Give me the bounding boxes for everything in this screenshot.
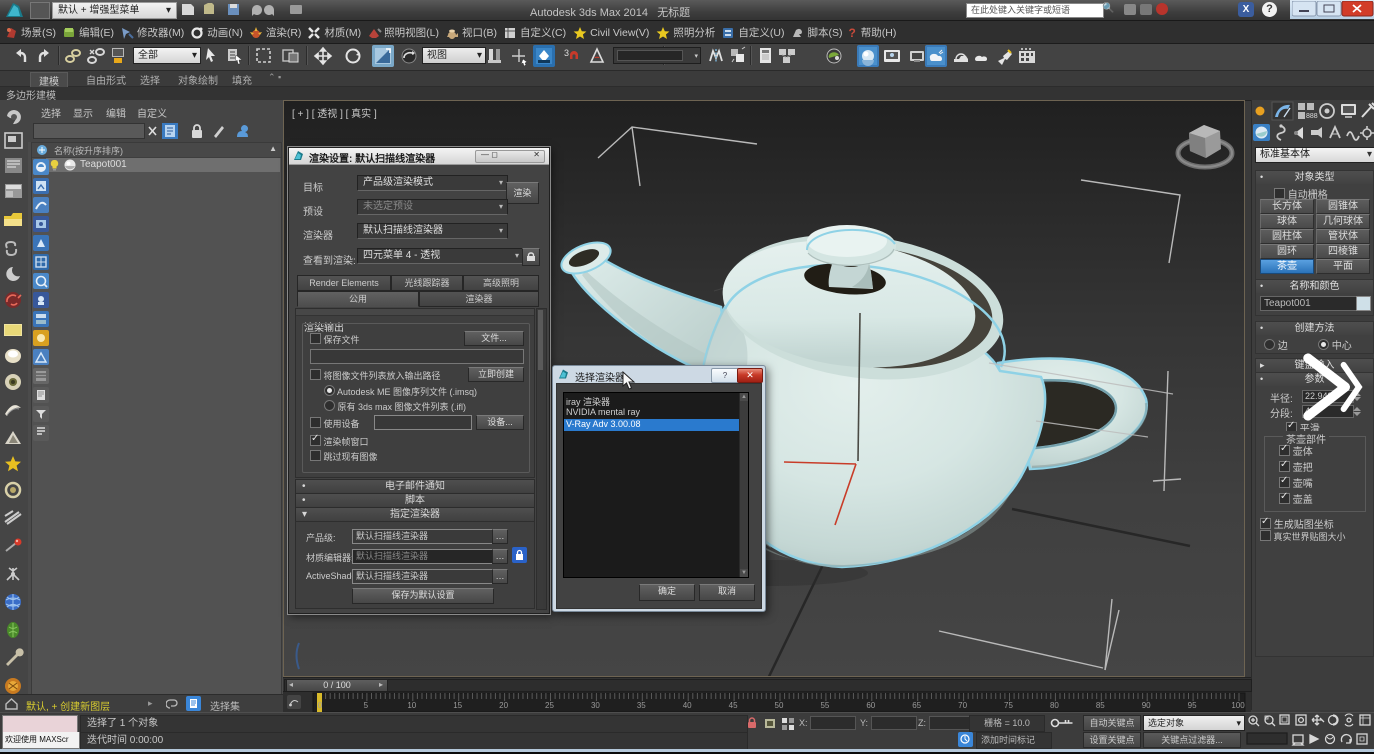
svg-text:3: 3 bbox=[564, 48, 569, 58]
svg-text:888: 888 bbox=[1306, 113, 1318, 120]
